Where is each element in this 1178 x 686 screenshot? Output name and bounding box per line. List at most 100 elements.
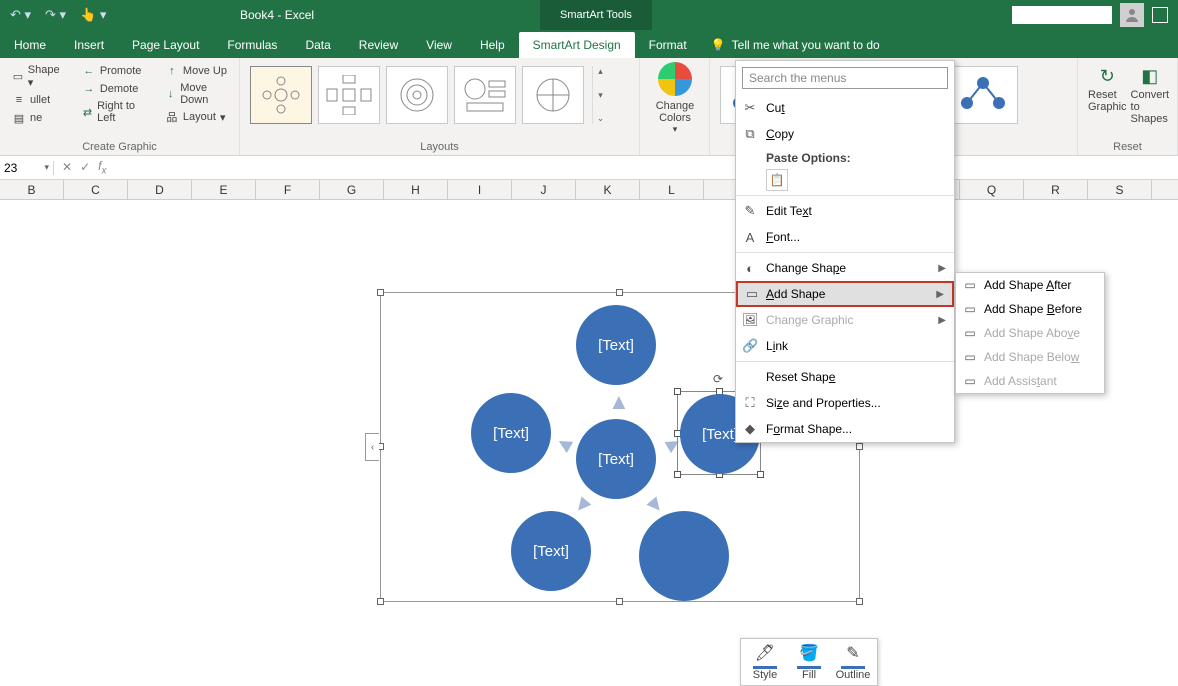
name-box[interactable]: 23▾ [0,161,54,175]
layout-thumb-3[interactable] [386,66,448,124]
resize-handle[interactable] [757,471,764,478]
text-pane-button[interactable]: ▤ne [8,109,66,127]
smartart-node[interactable] [639,511,729,601]
tab-review[interactable]: Review [345,32,412,58]
bullet-icon: ≡ [12,93,26,107]
resize-handle[interactable] [674,388,681,395]
layout-thumb-2[interactable] [318,66,380,124]
signin-box[interactable] [1012,6,1112,24]
demote-button[interactable]: →Demote [78,80,149,98]
resize-handle[interactable] [616,598,623,605]
tab-formulas[interactable]: Formulas [213,32,291,58]
tab-home[interactable]: Home [0,32,60,58]
menu-search[interactable]: Search the menus [742,67,948,89]
layout-button[interactable]: 品Layout ▾ [161,108,231,126]
col-B[interactable]: B [0,180,64,199]
col-C[interactable]: C [64,180,128,199]
undo-button[interactable]: ↶ ▾ [6,5,35,25]
add-shape-before[interactable]: ▭Add Shape Before [956,297,1104,321]
smartart-node[interactable]: [Text] [471,393,551,473]
smartart-center-node[interactable]: [Text] [576,419,656,499]
mini-fill-button[interactable]: 🪣Fill [789,643,829,681]
cancel-icon[interactable]: ✕ [62,160,72,174]
tab-help[interactable]: Help [466,32,519,58]
add-shape-button[interactable]: ▭Shape ▾ [8,62,66,91]
right-to-left-button[interactable]: ⇄Right to Left [78,98,149,126]
up-icon: ↑ [165,64,179,78]
col-K822[interactable]: K [576,180,640,199]
smartart-node[interactable]: [Text] [576,305,656,385]
mini-outline-button[interactable]: ✎Outline [833,643,873,681]
ctx-link[interactable]: 🔗Link [736,333,954,359]
redo-button[interactable]: ↷ ▾ [41,5,70,25]
ctx-paste-option[interactable]: 📋 [766,169,788,191]
mini-style-button[interactable]: 🖊Style [745,643,785,681]
ctx-edit-text[interactable]: ✎Edit Text [736,198,954,224]
col-H[interactable]: H [384,180,448,199]
add-above-icon: ▭ [962,326,978,340]
touch-mouse-button[interactable]: 👆 ▾ [76,5,110,25]
smartart-node[interactable]: [Text] [511,511,591,591]
scissors-icon: ✂ [742,100,758,116]
convert-button[interactable]: ◧Convert to Shapes [1131,64,1170,125]
add-bullet-button[interactable]: ≡ullet [8,91,66,109]
tab-smartart-design[interactable]: SmartArt Design [519,32,635,58]
gallery-scroll-up[interactable]: ▴ [593,66,608,77]
ribbon-display-options[interactable] [1152,7,1168,23]
style-thumb-2[interactable] [948,66,1018,124]
resize-handle[interactable] [377,289,384,296]
tab-insert[interactable]: Insert [60,32,118,58]
col-J[interactable]: J [512,180,576,199]
fx-icon[interactable]: fx [98,159,106,176]
col-R[interactable]: R [1024,180,1088,199]
ctx-cut[interactable]: ✂Cut [736,95,954,121]
col-E[interactable]: E [192,180,256,199]
tab-page-layout[interactable]: Page Layout [118,32,213,58]
col-S[interactable]: S [1088,180,1152,199]
resize-handle[interactable] [856,598,863,605]
change-colors-button[interactable]: Change Colors ▾ [648,60,702,135]
col-L[interactable]: L [640,180,704,199]
ctx-reset-shape[interactable]: Reset Shape [736,364,954,390]
resize-handle[interactable] [377,598,384,605]
ctx-size-props[interactable]: ⛶Size and Properties... [736,390,954,416]
col-D[interactable]: D [128,180,192,199]
col-F[interactable]: F [256,180,320,199]
ctx-format-shape[interactable]: ◆Format Shape... [736,416,954,442]
layout-thumb-5[interactable] [522,66,584,124]
arrow-icon: ▲ [608,389,630,415]
ctx-add-shape[interactable]: ▭Add Shape▶ [736,281,954,307]
pen-icon: 🖊 [755,643,775,663]
layout-thumb-1[interactable] [250,66,312,124]
gallery-scroll-down[interactable]: ▾ [593,90,608,101]
promote-button[interactable]: ←Promote [78,62,149,80]
move-up-button[interactable]: ↑Move Up [161,62,231,80]
tell-me[interactable]: 💡 Tell me what you want to do [711,38,880,58]
resize-handle[interactable] [856,443,863,450]
rotate-handle[interactable]: ⟳ [713,372,723,386]
tab-view[interactable]: View [412,32,466,58]
resize-handle[interactable] [674,471,681,478]
ctx-copy[interactable]: ⧉Copy [736,121,954,147]
ctx-font[interactable]: AFont... [736,224,954,250]
edit-text-icon: ✎ [742,203,758,219]
ctx-change-shape[interactable]: ◐Change Shape▶ [736,255,954,281]
gallery-more[interactable]: ⌄ [593,113,608,124]
text-pane-toggle[interactable]: ‹ [365,433,379,461]
resize-handle[interactable] [616,289,623,296]
move-down-button[interactable]: ↓Move Down [161,80,231,108]
col-G[interactable]: G [320,180,384,199]
ribbon: ▭Shape ▾ ≡ullet ▤ne ←Promote →Demote ⇄Ri… [0,58,1178,156]
tab-format[interactable]: Format [635,32,701,58]
formula-bar: 23▾ ✕ ✓ fx [0,156,1178,180]
enter-icon[interactable]: ✓ [80,160,90,174]
reset-graphic-button[interactable]: ↻Reset Graphic [1088,64,1127,125]
avatar[interactable] [1120,3,1144,27]
layout-thumb-4[interactable] [454,66,516,124]
context-menu: Search the menus ✂Cut ⧉Copy Paste Option… [735,60,955,443]
col-I[interactable]: I [448,180,512,199]
tab-data[interactable]: Data [291,32,344,58]
group-change-colors: Change Colors ▾ [640,58,710,155]
col-Q[interactable]: Q [960,180,1024,199]
add-shape-after[interactable]: ▭Add Shape After [956,273,1104,297]
